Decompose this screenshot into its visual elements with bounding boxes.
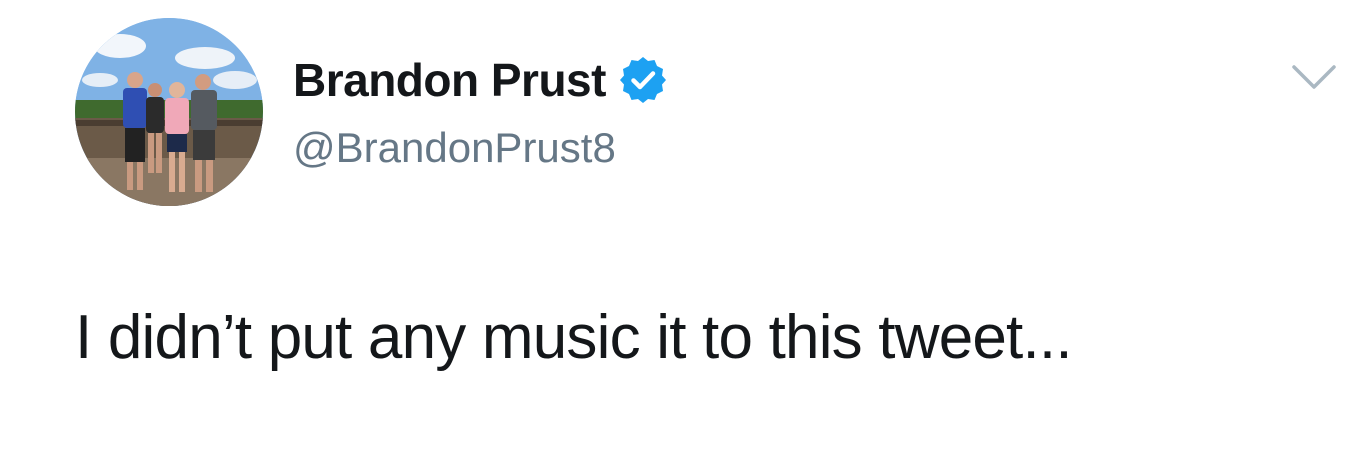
author-display-name[interactable]: Brandon Prust	[293, 52, 606, 108]
tweet-text: I didn’t put any music it to this tweet.…	[75, 303, 1073, 372]
chevron-down-icon[interactable]	[1291, 62, 1337, 92]
verified-badge-icon	[618, 55, 668, 105]
tweet-card: Brandon Prust @BrandonPrust8 I didn’t pu…	[0, 0, 1358, 466]
author-name-row[interactable]: Brandon Prust	[293, 52, 668, 108]
avatar-photo-icon	[75, 18, 263, 206]
profile-avatar[interactable]	[75, 18, 263, 206]
author-handle[interactable]: @BrandonPrust8	[293, 122, 616, 174]
